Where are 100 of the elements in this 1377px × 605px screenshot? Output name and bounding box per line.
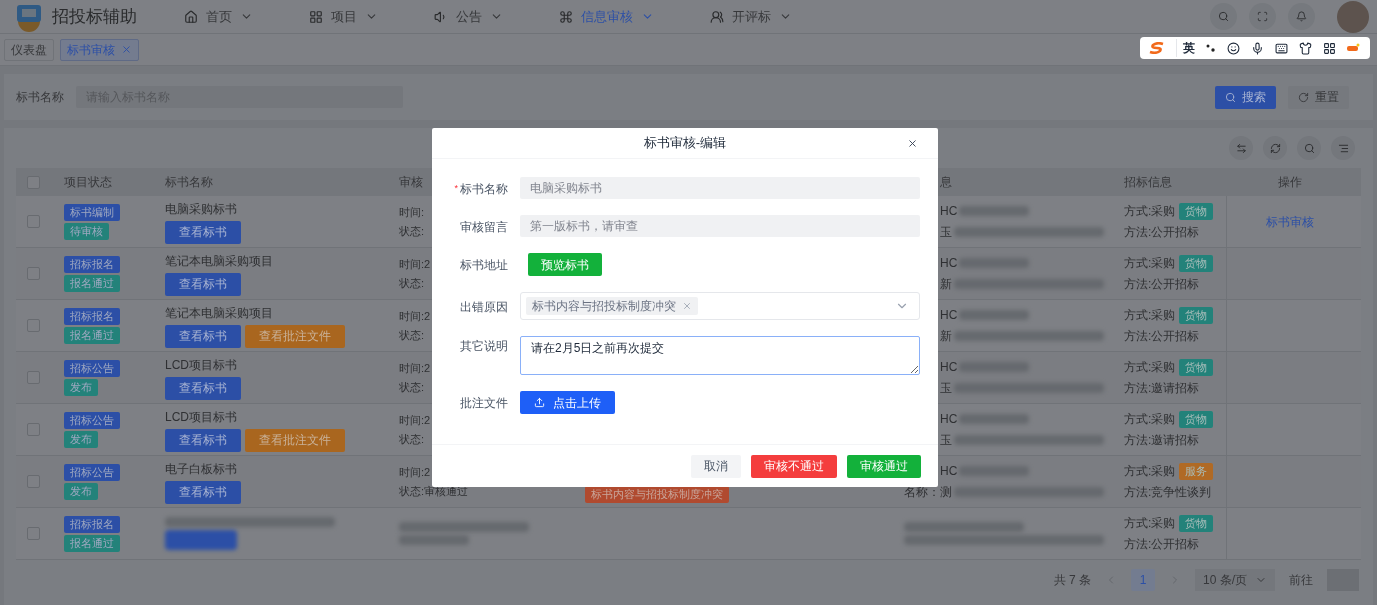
- document-name: 笔记本电脑采购项目: [165, 252, 273, 270]
- info-text: HC: [940, 411, 958, 428]
- app-title: 招投标辅助: [52, 5, 138, 28]
- nav-item[interactable]: 首页: [178, 6, 259, 27]
- switch-button[interactable]: [1229, 136, 1253, 160]
- reset-icon: [1298, 91, 1309, 103]
- category-tag: 货物: [1179, 254, 1214, 272]
- refresh-icon: [1269, 142, 1281, 154]
- fullscreen-button[interactable]: [1249, 3, 1276, 30]
- status-tag: 报名通过: [64, 326, 120, 344]
- column-header: 招标信息: [1124, 175, 1172, 189]
- review-line: 时间:2: [399, 464, 431, 480]
- approve-button[interactable]: 审核通过: [847, 454, 921, 478]
- info-text: 玉: [940, 224, 952, 241]
- review-line: 状态:: [399, 432, 425, 447]
- avatar[interactable]: [1337, 0, 1369, 33]
- shirt-icon[interactable]: [1298, 41, 1312, 55]
- info-text: 玉: [940, 432, 952, 449]
- upload-icon: [534, 397, 545, 409]
- columns-button[interactable]: [1331, 136, 1355, 160]
- column-header: 审核: [399, 175, 423, 189]
- page-number[interactable]: 1: [1131, 569, 1155, 591]
- procurement-method: 方法:公开招标: [1124, 224, 1200, 241]
- goto-label: 前往: [1289, 572, 1313, 589]
- input-method-logo[interactable]: [1149, 42, 1166, 54]
- document-name: 电子白板标书: [165, 460, 237, 478]
- emoji-icon[interactable]: [1227, 41, 1241, 55]
- view-document-button[interactable]: 查看标书: [165, 324, 241, 348]
- notes-field[interactable]: 请在2月5日之前再次提交: [520, 336, 920, 376]
- view-annotation-button[interactable]: 查看批注文件: [245, 324, 345, 348]
- language-mode[interactable]: 英: [1176, 39, 1196, 57]
- view-annotation-button[interactable]: 查看批注文件: [245, 428, 345, 452]
- field-label: 审核留言: [460, 218, 508, 236]
- review-link[interactable]: 标书审核: [1266, 212, 1314, 231]
- field-label: 标书名称: [460, 180, 508, 198]
- punctuation-icon[interactable]: [1206, 43, 1217, 53]
- document-name: 笔记本电脑采购项目: [165, 304, 273, 322]
- page-tab[interactable]: 标书审核: [60, 38, 139, 61]
- review-line: 状态:: [399, 224, 425, 239]
- status-tag: 招标报名: [64, 307, 120, 325]
- preview-button[interactable]: 预览标书: [528, 253, 602, 277]
- reason-select[interactable]: 标书内容与招投标制度冲突: [520, 292, 920, 321]
- column-header: 息: [940, 175, 952, 189]
- upload-button[interactable]: 点击上传: [520, 391, 615, 415]
- review-line: 时间:2: [399, 308, 431, 324]
- view-document-button[interactable]: 查看标书: [165, 220, 241, 244]
- status-tag: 发布: [64, 378, 98, 396]
- info-text: 测: [940, 484, 952, 501]
- microphone-icon[interactable]: [1250, 41, 1264, 55]
- procurement-way: 方式:采购: [1124, 255, 1176, 272]
- field-label: 标书地址: [460, 257, 508, 275]
- nav-item[interactable]: 公告: [428, 6, 509, 27]
- refresh-button[interactable]: [1263, 136, 1287, 160]
- search-toggle-button[interactable]: [1297, 136, 1321, 160]
- command-icon: [559, 9, 573, 24]
- total-count: 共 7 条: [1053, 572, 1091, 589]
- procurement-way: 方式:采购: [1124, 411, 1176, 428]
- document-name: LCD项目标书: [165, 356, 237, 374]
- notification-button[interactable]: [1288, 3, 1315, 30]
- info-text: HC: [940, 463, 958, 480]
- view-document-button[interactable]: 查看标书: [165, 428, 241, 452]
- document-name: 电脑采购标书: [165, 200, 237, 218]
- apps-icon[interactable]: [1322, 41, 1336, 55]
- view-document-button[interactable]: 查看标书: [165, 480, 241, 504]
- keyboard-icon[interactable]: [1274, 41, 1288, 55]
- dialog-title: 标书审核-编辑: [643, 134, 727, 153]
- view-document-button[interactable]: 查看标书: [165, 376, 241, 400]
- cancel-button[interactable]: 取消: [691, 454, 741, 478]
- reject-button[interactable]: 审核不通过: [751, 454, 837, 478]
- status-tag: 待审核: [64, 222, 109, 240]
- search-button[interactable]: [1210, 3, 1237, 30]
- review-line: 状态:: [399, 276, 425, 291]
- procurement-way: 方式:采购: [1124, 515, 1176, 532]
- field-label: 批注文件: [460, 395, 508, 413]
- page-tab[interactable]: 仪表盘: [4, 38, 54, 61]
- mascot-icon[interactable]: [1346, 43, 1361, 53]
- reason-chip-text: 标书内容与招投标制度冲突: [532, 298, 676, 316]
- view-document-button[interactable]: 查看标书: [165, 272, 241, 296]
- review-line: 时间:2: [399, 256, 431, 272]
- info-label: 名称：: [904, 485, 940, 499]
- info-text: HC: [940, 359, 958, 376]
- column-header: 标书名称: [164, 174, 214, 191]
- procurement-way: 方式:采购: [1124, 463, 1176, 480]
- nav-item[interactable]: 开评标: [704, 6, 798, 27]
- search-submit-button[interactable]: 搜索: [1215, 85, 1276, 109]
- nav-item[interactable]: 项目: [303, 6, 384, 27]
- procurement-way: 方式:采购: [1124, 359, 1176, 376]
- procurement-way: 方式:采购: [1124, 307, 1176, 324]
- field-label: 其它说明: [460, 338, 508, 356]
- category-tag: 货物: [1179, 358, 1214, 376]
- procurement-method: 方法:公开招标: [1124, 328, 1200, 345]
- procurement-method: 方法:竞争性谈判: [1124, 484, 1212, 501]
- search-icon: [1218, 11, 1229, 22]
- page-size-select[interactable]: 10 条/页: [1195, 569, 1275, 591]
- nav-item[interactable]: 信息审核: [553, 6, 660, 27]
- close-icon[interactable]: [907, 137, 918, 149]
- status-tag: 报名通过: [64, 534, 120, 552]
- info-text: 新: [940, 328, 952, 345]
- remove-icon[interactable]: [682, 301, 692, 312]
- status-tag: 标书编制: [64, 203, 120, 221]
